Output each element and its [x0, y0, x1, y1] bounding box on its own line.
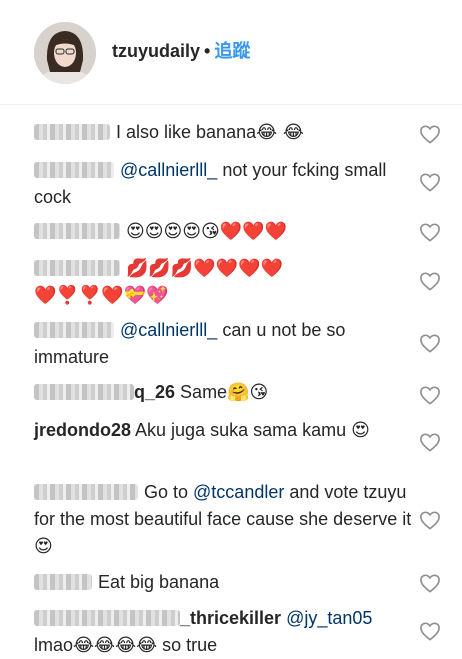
comment-emoji: 😍	[34, 536, 53, 557]
blurred-username[interactable]	[34, 484, 138, 500]
header-separator: •	[204, 41, 211, 61]
comment-username[interactable]: jredondo28	[34, 420, 131, 440]
comment-username[interactable]: _thricekiller	[180, 608, 281, 628]
comment-mention[interactable]: @callnierlll_	[120, 160, 217, 180]
blurred-username[interactable]	[34, 574, 92, 590]
post-header: tzuyudaily • 追蹤	[0, 0, 462, 104]
like-heart-icon[interactable]	[419, 510, 441, 530]
comment-text-prefix: Go to	[144, 482, 194, 502]
comment-text-suffix: so true	[157, 635, 218, 655]
comment-text: Aku juga suka sama kamu	[135, 420, 347, 440]
like-heart-icon[interactable]	[419, 333, 441, 353]
like-heart-icon[interactable]	[419, 271, 441, 291]
post-comments-panel: tzuyudaily • 追蹤 I also like banana😂 😂 @cal…	[0, 0, 462, 659]
blurred-username[interactable]	[34, 162, 114, 178]
like-heart-icon[interactable]	[419, 432, 441, 452]
like-heart-icon[interactable]	[419, 573, 441, 593]
comment-item: Go to @tccandler and vote tzuyu for the …	[34, 479, 414, 560]
comment-emoji: 🤗😘	[227, 382, 269, 403]
comment-mention[interactable]: @jy_tan05	[286, 608, 372, 628]
avatar[interactable]	[34, 22, 96, 84]
comment-emoji: 😍😍😍😍😘❤️❤️❤️	[126, 221, 288, 242]
comment-emoji: 😍	[351, 420, 370, 441]
comment-item: I also like banana😂 😂	[34, 119, 414, 146]
comment-item: @callnierlll_ can u not be so immature	[34, 317, 414, 371]
header-text: tzuyudaily • 追蹤	[112, 40, 250, 62]
blurred-username[interactable]	[34, 223, 120, 239]
blurred-username[interactable]	[34, 124, 110, 140]
comment-text: I also like banana	[116, 122, 257, 142]
like-heart-icon[interactable]	[419, 172, 441, 192]
blurred-username[interactable]	[34, 322, 114, 338]
post-username[interactable]: tzuyudaily	[112, 41, 200, 61]
follow-button[interactable]: 追蹤	[214, 41, 250, 61]
comment-item: q_26 Same🤗😘	[34, 379, 414, 406]
comment-item: _thricekiller @jy_tan05lmao😂😂😂😂 so true	[34, 605, 414, 659]
blurred-username[interactable]	[34, 384, 134, 400]
like-heart-icon[interactable]	[419, 621, 441, 641]
comment-item: 😍😍😍😍😘❤️❤️❤️	[34, 218, 414, 245]
comment-emoji: 😂😂😂😂	[73, 635, 158, 656]
comment-emoji: 😂 😂	[256, 122, 304, 143]
like-heart-icon[interactable]	[419, 124, 441, 144]
blurred-username[interactable]	[34, 610, 180, 626]
header-divider	[0, 104, 462, 105]
comment-item: Eat big banana	[34, 569, 414, 596]
comment-text: lmao	[34, 635, 74, 655]
comment-text: Eat big banana	[98, 572, 220, 592]
comment-text: Same	[180, 382, 228, 402]
comment-item: @callnierlll_ not your fcking small cock	[34, 157, 414, 211]
comment-item: 💋💋💋❤️❤️❤️❤️ ❤️❣️❣️❤️💝💖	[34, 255, 334, 309]
like-heart-icon[interactable]	[419, 222, 441, 242]
comment-mention[interactable]: @callnierlll_	[120, 320, 217, 340]
comment-item: jredondo28 Aku juga suka sama kamu 😍	[34, 417, 404, 444]
like-heart-icon[interactable]	[419, 385, 441, 405]
comment-mention[interactable]: @tccandler	[193, 482, 284, 502]
blurred-username[interactable]	[34, 260, 120, 276]
comment-username[interactable]: q_26	[134, 382, 175, 402]
